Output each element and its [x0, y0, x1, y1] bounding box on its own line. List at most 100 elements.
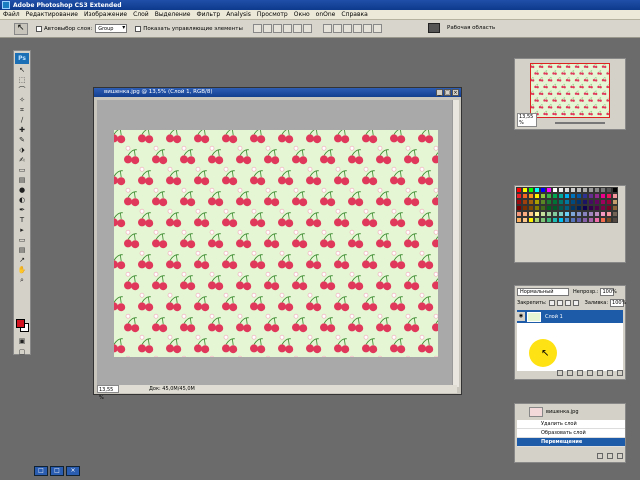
lasso-tool-icon[interactable]: ⌒ — [16, 86, 28, 95]
document-titlebar[interactable]: вишенка.jpg @ 13,5% (Слой 1, RGB/8) _ □ … — [94, 88, 461, 97]
workspace-button[interactable]: Рабочая область — [447, 25, 495, 31]
align-vcenter-icon[interactable] — [262, 24, 272, 33]
canvas-area[interactable] — [97, 100, 453, 387]
opacity-field[interactable]: 100% — [600, 288, 617, 296]
layer-row[interactable]: ◉ Слой 1 — [517, 310, 623, 323]
lock-transparency-icon[interactable] — [548, 300, 555, 306]
link-layers-icon[interactable] — [557, 370, 563, 376]
history-snapshot[interactable]: вишенка.jpg — [517, 406, 625, 418]
minimize-icon[interactable]: _ — [436, 89, 443, 96]
distribute-right-icon[interactable] — [372, 24, 382, 33]
cherry-motif — [606, 111, 609, 116]
distribute-bottom-icon[interactable] — [342, 24, 352, 33]
distribute-top-icon[interactable] — [322, 24, 332, 33]
new-group-icon[interactable] — [597, 370, 603, 376]
notes-tool-icon[interactable]: ▤ — [16, 246, 28, 255]
lock-position-icon[interactable] — [564, 300, 571, 306]
history-item[interactable]: Образовать слой — [517, 429, 625, 438]
hand-tool-icon[interactable]: ✋ — [16, 266, 28, 275]
ps-logo[interactable]: Ps — [15, 53, 29, 64]
eye-icon[interactable]: ◉ — [517, 312, 525, 321]
navigator-thumbnail[interactable] — [530, 63, 610, 118]
cherry-motif — [583, 77, 591, 85]
quick-mask-icon[interactable]: ▣ — [16, 337, 28, 346]
menu-file[interactable]: Файл — [0, 11, 23, 18]
lock-pixels-icon[interactable] — [556, 300, 563, 306]
blur-tool-icon[interactable]: ● — [16, 186, 28, 195]
layer-style-icon[interactable] — [567, 370, 573, 376]
maximize-icon[interactable]: □ — [50, 466, 64, 476]
type-tool-icon[interactable]: T — [16, 216, 28, 225]
shape-tool-icon[interactable]: ▭ — [16, 236, 28, 245]
auto-select-dropdown[interactable]: Group — [95, 24, 128, 33]
cherry-motif — [390, 338, 410, 357]
distribute-hcenter-icon[interactable] — [362, 24, 372, 33]
path-select-tool-icon[interactable]: ▸ — [16, 226, 28, 235]
menu-onone[interactable]: onOne — [313, 11, 339, 18]
cherry-motif — [180, 149, 201, 172]
canvas-image[interactable] — [114, 130, 438, 357]
crop-tool-icon[interactable]: ⌗ — [16, 106, 28, 115]
screen-mode-icon[interactable]: ▢ — [16, 348, 28, 357]
align-right-icon[interactable] — [302, 24, 312, 33]
magic-wand-tool-icon[interactable]: ✧ — [16, 96, 28, 105]
blend-mode-dropdown[interactable]: Нормальный — [517, 288, 569, 296]
history-item-selected[interactable]: Перемещение — [517, 438, 625, 447]
workspace-icon[interactable] — [428, 23, 440, 33]
brush-tool-icon[interactable]: ✎ — [16, 136, 28, 145]
marquee-tool-icon[interactable]: ⬚ — [16, 76, 28, 85]
gradient-tool-icon[interactable]: ▤ — [16, 176, 28, 185]
menu-view[interactable]: Просмотр — [254, 11, 291, 18]
close-icon[interactable]: × — [66, 466, 80, 476]
lock-all-icon[interactable] — [572, 300, 579, 306]
navigator-zoom-field[interactable]: 13,55 % — [517, 113, 537, 127]
align-hcenter-icon[interactable] — [292, 24, 302, 33]
color-swatch[interactable] — [612, 217, 618, 223]
menu-image[interactable]: Изображение — [81, 11, 130, 18]
history-item[interactable]: Удалить слой — [517, 420, 625, 429]
eraser-tool-icon[interactable]: ▭ — [16, 166, 28, 175]
history-brush-tool-icon[interactable]: ✍ — [16, 156, 28, 165]
stamp-tool-icon[interactable]: ⬗ — [16, 146, 28, 155]
align-top-icon[interactable] — [252, 24, 262, 33]
pen-tool-icon[interactable]: ✒ — [16, 206, 28, 215]
menu-select[interactable]: Выделение — [152, 11, 194, 18]
distribute-left-icon[interactable] — [352, 24, 362, 33]
new-snapshot-icon[interactable] — [607, 453, 613, 459]
restore-icon[interactable]: □ — [34, 466, 48, 476]
new-layer-icon[interactable] — [607, 370, 613, 376]
menu-layer[interactable]: Слой — [130, 11, 152, 18]
menu-help[interactable]: Справка — [338, 11, 370, 18]
adjustment-layer-icon[interactable] — [587, 370, 593, 376]
move-tool-preset-icon[interactable] — [14, 22, 28, 35]
auto-select-checkbox[interactable] — [36, 25, 42, 32]
eyedropper-tool-icon[interactable]: ↗ — [16, 256, 28, 265]
show-controls-checkbox[interactable] — [135, 25, 142, 32]
menu-edit[interactable]: Редактирование — [23, 11, 81, 18]
fill-field[interactable]: 100% — [610, 299, 626, 307]
zoom-tool-icon[interactable]: ⌕ — [16, 276, 28, 285]
delete-layer-icon[interactable] — [617, 370, 623, 376]
maximize-icon[interactable]: □ — [444, 89, 451, 96]
healing-tool-icon[interactable]: ✚ — [16, 126, 28, 135]
foreground-color-swatch[interactable] — [16, 319, 25, 328]
align-bottom-icon[interactable] — [272, 24, 282, 33]
close-icon[interactable]: × — [452, 89, 459, 96]
dodge-tool-icon[interactable]: ◐ — [16, 196, 28, 205]
cherry-motif — [124, 149, 145, 172]
delete-state-icon[interactable] — [617, 453, 623, 459]
cherry-motif — [278, 338, 298, 357]
menu-window[interactable]: Окно — [291, 11, 313, 18]
align-left-icon[interactable] — [282, 24, 292, 33]
slice-tool-icon[interactable]: ∕ — [16, 116, 28, 125]
add-mask-icon[interactable] — [577, 370, 583, 376]
vertical-scrollbar[interactable] — [452, 100, 459, 387]
zoom-field[interactable]: 13,55 % — [97, 385, 119, 401]
new-document-from-state-icon[interactable] — [597, 453, 603, 459]
distribute-vcenter-icon[interactable] — [332, 24, 342, 33]
cherry-motif — [583, 104, 591, 112]
menu-filter[interactable]: Фильтр — [193, 11, 223, 18]
menu-analysis[interactable]: Analysis — [223, 11, 254, 18]
move-tool-icon[interactable]: ↖ — [16, 66, 28, 75]
navigator-zoom-slider[interactable] — [555, 122, 605, 124]
